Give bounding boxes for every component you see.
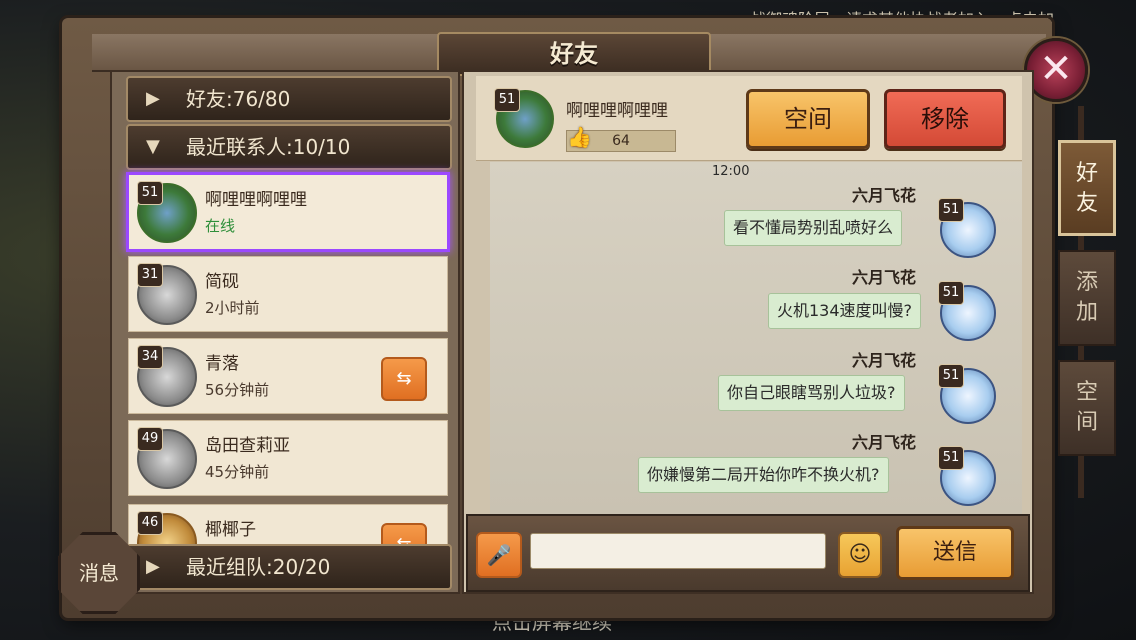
- friend-name: 青落: [205, 354, 239, 374]
- chat-timestamp: 12:00: [712, 164, 750, 179]
- friend-status: 45分钟前: [205, 463, 270, 481]
- message-sender: 六月飞花: [852, 351, 917, 370]
- emoji-button[interactable]: ☺: [838, 532, 882, 578]
- invite-button[interactable]: ⇆: [381, 357, 427, 401]
- tab-space[interactable]: 空间: [1058, 360, 1116, 456]
- microphone-icon: 🎤: [486, 543, 512, 567]
- friend-name: 岛田查莉亚: [205, 436, 290, 456]
- expand-arrow-icon: ▶: [146, 556, 160, 577]
- send-button[interactable]: 送信: [896, 526, 1014, 580]
- friend-name: 椰椰子: [205, 520, 256, 540]
- invite-icon: ⇆: [396, 368, 412, 389]
- likes-count: 64: [612, 133, 630, 149]
- message-sender: 六月飞花: [852, 433, 917, 452]
- friend-status: 在线: [205, 217, 236, 235]
- tab-add[interactable]: 添加: [1058, 250, 1116, 346]
- smiley-icon: ☺: [848, 542, 872, 567]
- avatar: 46: [137, 511, 197, 545]
- friend-status: 56分钟前: [205, 381, 270, 399]
- friend-row[interactable]: 34 青落 56分钟前 ⇆: [128, 338, 448, 414]
- remove-button[interactable]: 移除: [884, 89, 1006, 149]
- friend-row-selected[interactable]: 51 啊哩哩啊哩哩 在线: [126, 172, 450, 252]
- message-bubble: 你嫌慢第二局开始你咋不换火机?: [638, 457, 889, 493]
- friend-name: 简砚: [205, 272, 239, 292]
- message-bubble: 你自己眼瞎骂别人垃圾?: [718, 375, 905, 411]
- group-header-friends[interactable]: ▶ 好友:76/80: [126, 76, 452, 122]
- friend-name: 啊哩哩啊哩哩: [205, 190, 307, 210]
- sender-level-badge: 51: [938, 446, 964, 470]
- collapse-arrow-icon: ▼: [146, 136, 160, 157]
- message-sender: 六月飞花: [852, 268, 917, 287]
- expand-arrow-icon: ▶: [146, 88, 160, 109]
- group-header-recent-contacts[interactable]: ▼ 最近联系人:10/10: [126, 124, 452, 170]
- space-button[interactable]: 空间: [746, 89, 870, 149]
- message-bubble: 看不懂局势别乱喷好么: [724, 210, 903, 246]
- avatar: 31: [137, 263, 197, 325]
- friend-row[interactable]: 46 椰椰子 ⇆: [128, 504, 448, 546]
- friend-row[interactable]: 31 简砚 2小时前: [128, 256, 448, 332]
- sender-level-badge: 51: [938, 364, 964, 388]
- sender-level-badge: 51: [938, 198, 964, 222]
- likes-bar: 👍 64: [566, 125, 676, 152]
- friend-status: 2小时前: [205, 299, 260, 317]
- chat-text-input[interactable]: [530, 533, 826, 569]
- friend-row[interactable]: 49 岛田查莉亚 45分钟前: [128, 420, 448, 496]
- group-header-recent-teams[interactable]: ▶ 最近组队:20/20: [126, 544, 452, 590]
- avatar: 34: [137, 345, 197, 407]
- invite-button[interactable]: ⇆: [381, 523, 427, 545]
- message-sender: 六月飞花: [852, 186, 917, 205]
- profile-level-badge: 51: [494, 88, 520, 112]
- profile-name: 啊哩哩啊哩哩: [566, 101, 668, 121]
- sender-level-badge: 51: [938, 281, 964, 305]
- voice-button[interactable]: 🎤: [476, 532, 522, 578]
- avatar: 51: [137, 181, 197, 243]
- avatar: 49: [137, 427, 197, 489]
- tab-friends[interactable]: 好友: [1058, 140, 1116, 236]
- message-bubble: 火机134速度叫慢?: [768, 293, 922, 329]
- close-icon: ✕: [1039, 46, 1073, 92]
